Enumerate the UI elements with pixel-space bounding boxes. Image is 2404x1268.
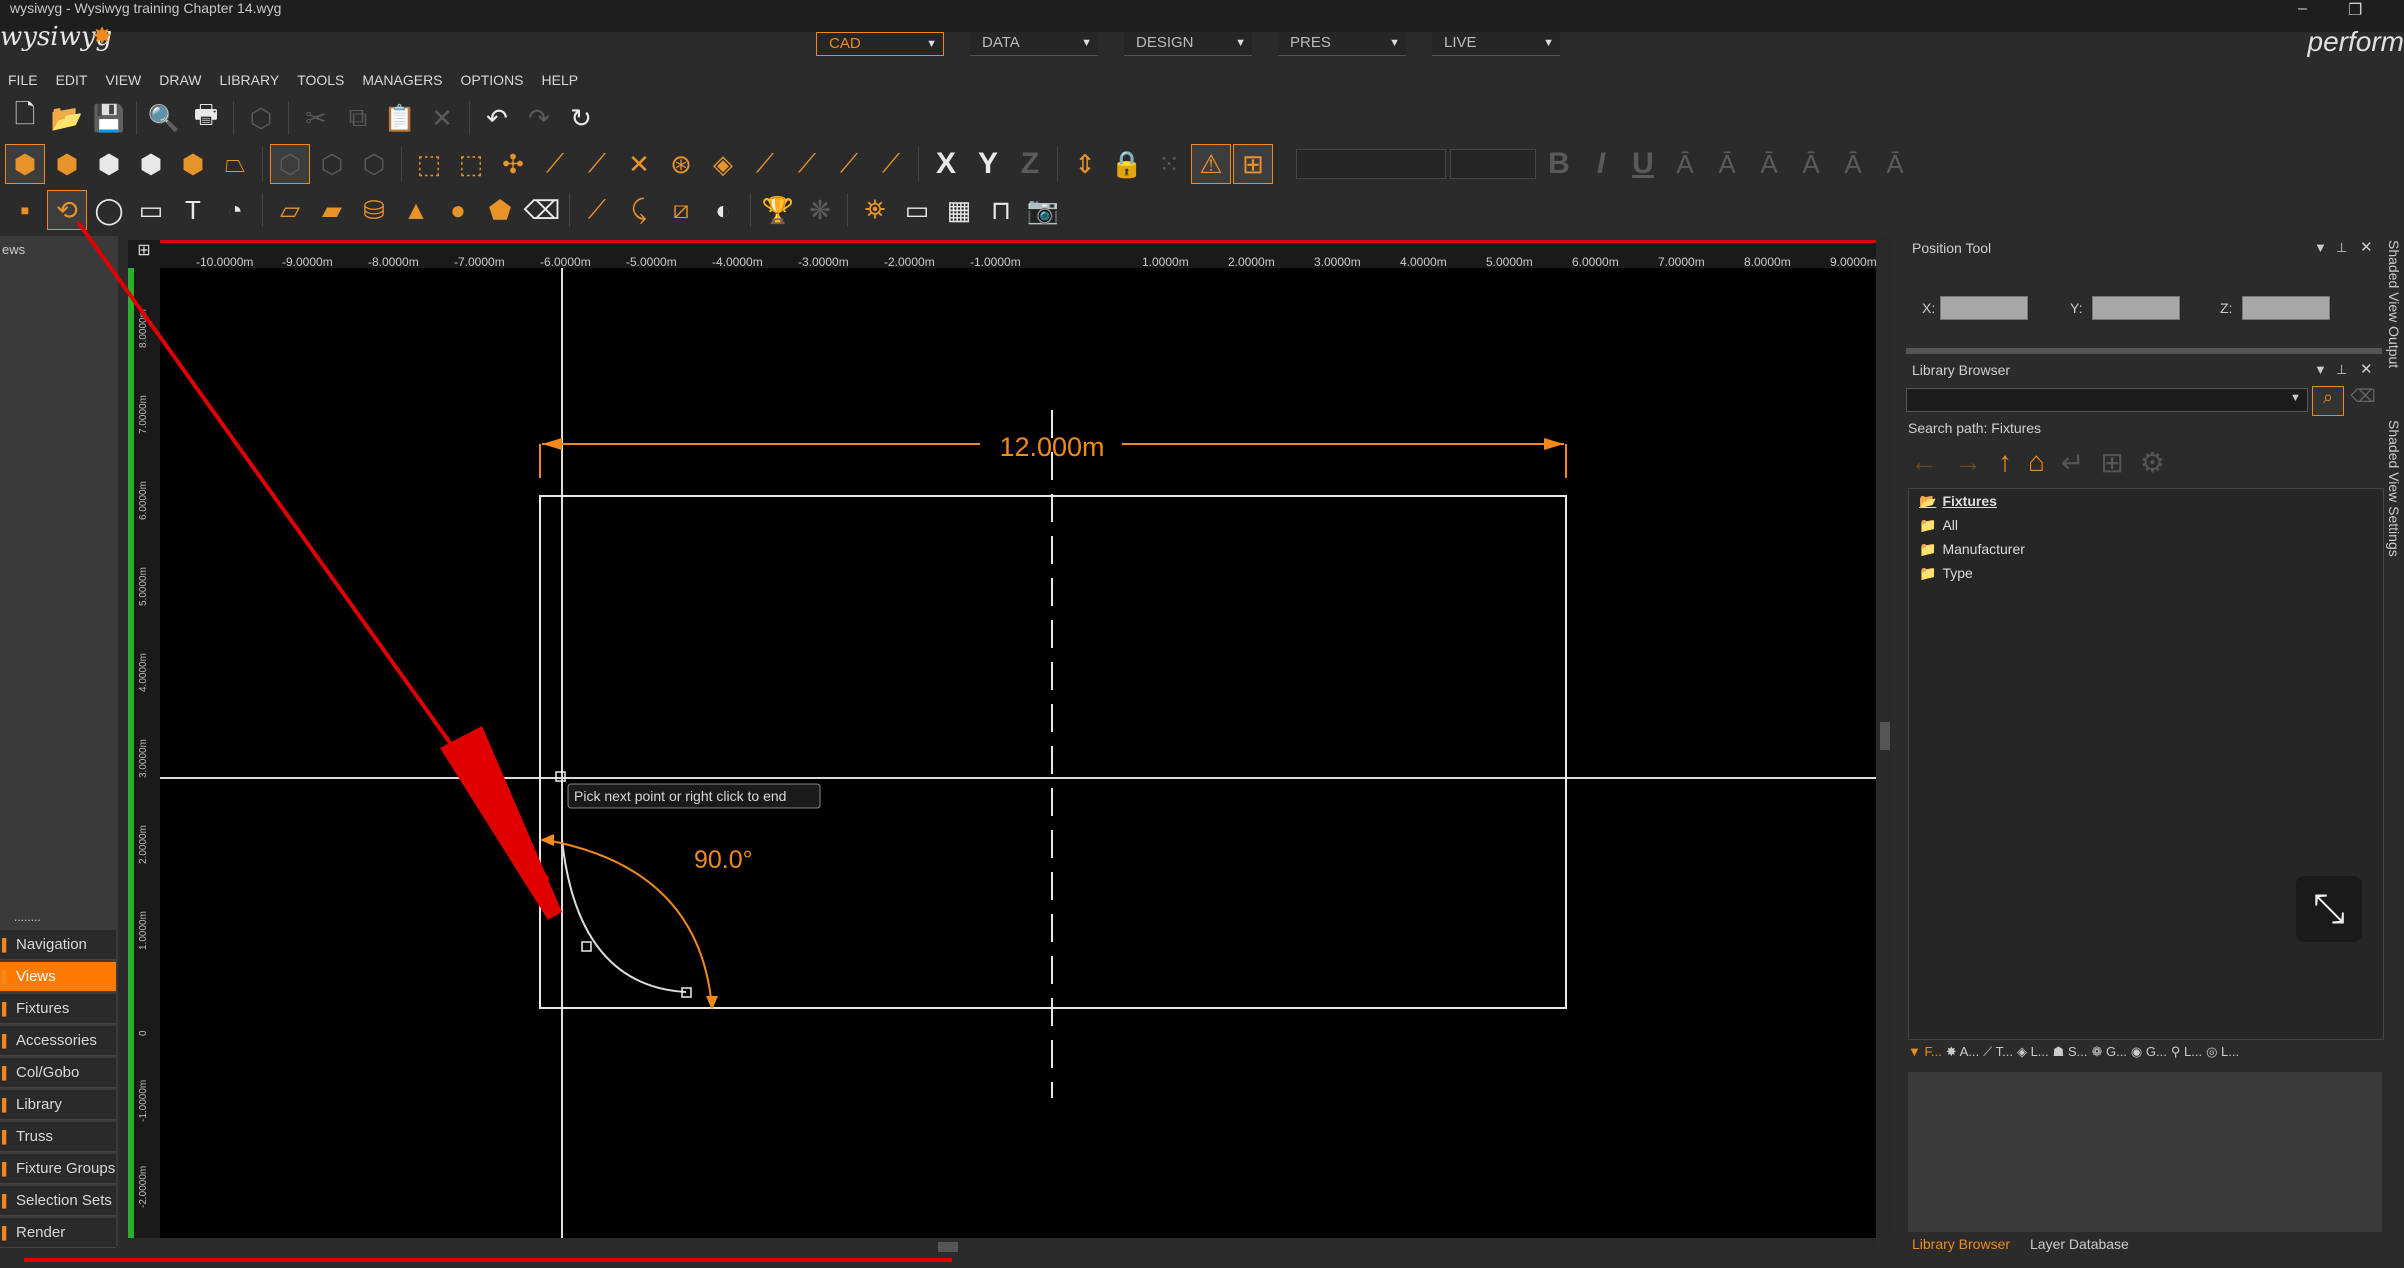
- tab-gobos[interactable]: ◉ G...: [2131, 1044, 2167, 1072]
- annotation-arrow-head: [440, 726, 562, 920]
- tab-truss[interactable]: ⟋ T...: [1983, 1044, 2013, 1072]
- z-label: Z:: [2220, 300, 2233, 316]
- back-icon[interactable]: ←: [1910, 446, 1938, 479]
- chevron-down-icon[interactable]: ▼: [2290, 392, 2301, 404]
- library-browser-title: Library Browser: [1912, 362, 2011, 378]
- tab-layer-database[interactable]: Layer Database: [2030, 1236, 2129, 1252]
- panel-splitter[interactable]: [1906, 348, 2382, 354]
- library-tabs: ▼ F... ✸ A... ⟋ T... ◈ L... ☗ S... ❁ G..…: [1908, 1044, 2382, 1072]
- x-input[interactable]: [1940, 296, 2028, 320]
- library-tree: 📂 Fixtures 📁 All 📁 Manufacturer 📁 Type: [1908, 488, 2384, 1040]
- z-input[interactable]: [2242, 296, 2330, 320]
- position-tool-title: Position Tool: [1912, 240, 1992, 256]
- forward-icon[interactable]: →: [1954, 446, 1982, 479]
- annotation-underline: [24, 1258, 952, 1262]
- tree-item-all[interactable]: 📁 All: [1919, 517, 1958, 534]
- tab-layers[interactable]: ◈ L...: [2017, 1044, 2049, 1072]
- tree-item-fixtures[interactable]: 📂 Fixtures: [1919, 493, 1997, 510]
- vertical-scroll-thumb[interactable]: [1880, 722, 1890, 750]
- pin-icon[interactable]: ⊥: [2336, 362, 2347, 378]
- home-icon[interactable]: ⌂: [2028, 446, 2045, 479]
- up-icon[interactable]: ↑: [1998, 446, 2012, 479]
- tab-lights[interactable]: ⚲ L...: [2171, 1044, 2202, 1072]
- horizontal-scrollbar[interactable]: [128, 1238, 1876, 1254]
- import-icon[interactable]: ↵: [2061, 446, 2084, 479]
- tree-item-manufacturer[interactable]: 📁 Manufacturer: [1919, 541, 2025, 558]
- tab-accessories[interactable]: ✸ A...: [1946, 1044, 1979, 1072]
- tab-sets[interactable]: ☗ S...: [2053, 1044, 2088, 1072]
- search-path: Search path: Fixtures: [1908, 420, 2042, 436]
- pin-icon[interactable]: ⊥: [2336, 240, 2347, 256]
- search-icon[interactable]: ⌕: [2312, 386, 2344, 416]
- tab-fixtures[interactable]: ▼ F...: [1908, 1044, 1942, 1072]
- y-input[interactable]: [2092, 296, 2180, 320]
- folder-icon: 📁: [1919, 517, 1937, 533]
- exit-fullscreen-icon[interactable]: ⤡: [2296, 876, 2362, 942]
- y-label: Y:: [2070, 300, 2083, 316]
- folder-icon: 📁: [1919, 541, 1937, 557]
- close-icon[interactable]: ✕: [2360, 360, 2373, 378]
- tab-gels[interactable]: ❁ G...: [2091, 1044, 2126, 1072]
- library-preview: [1908, 1072, 2382, 1232]
- side-tab-shaded-output[interactable]: Shaded View Output: [2386, 240, 2402, 368]
- library-search-input[interactable]: [1906, 388, 2308, 412]
- settings-icon[interactable]: ⚙: [2140, 446, 2165, 479]
- panel-menu-icon[interactable]: ▼: [2314, 362, 2327, 377]
- x-label: X:: [1922, 300, 1936, 316]
- close-icon[interactable]: ✕: [2360, 238, 2373, 256]
- tab-lens[interactable]: ◎ L...: [2206, 1044, 2239, 1072]
- horizontal-scroll-thumb[interactable]: [938, 1242, 958, 1252]
- folder-icon: 📁: [1919, 565, 1937, 581]
- clear-search-icon[interactable]: ⌫: [2348, 386, 2378, 414]
- add-icon[interactable]: ⊞: [2100, 446, 2123, 479]
- panel-menu-icon[interactable]: ▼: [2314, 240, 2327, 255]
- library-nav-toolbar: ← → ↑ ⌂ ↵ ⊞ ⚙: [1910, 446, 2165, 479]
- side-tab-shaded-settings[interactable]: Shaded View Settings: [2386, 420, 2402, 557]
- tree-item-type[interactable]: 📁 Type: [1919, 565, 1973, 582]
- tab-library-browser[interactable]: Library Browser: [1912, 1236, 2010, 1252]
- folder-open-icon: 📂: [1919, 493, 1937, 509]
